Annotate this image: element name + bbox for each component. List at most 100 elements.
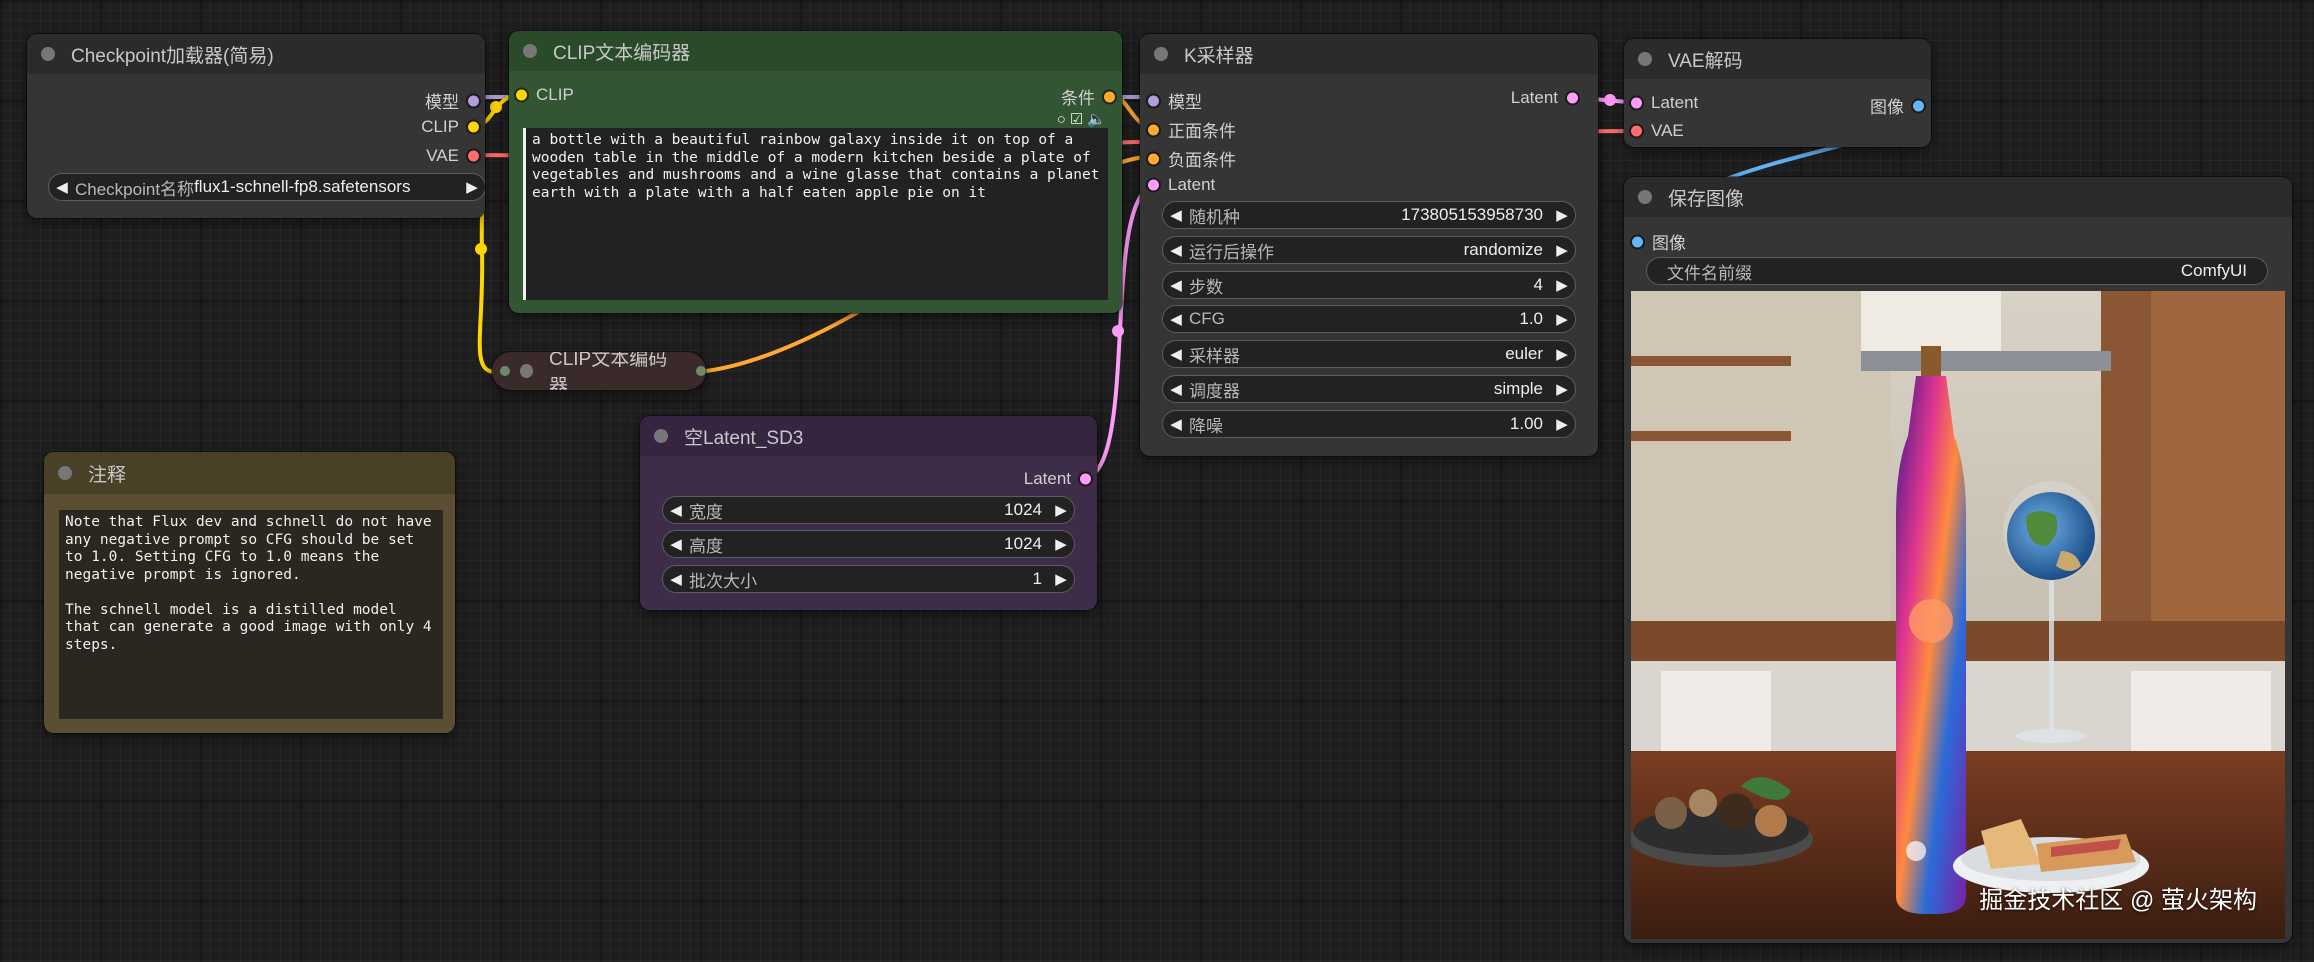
arrow-left-icon[interactable]: ◀	[1163, 276, 1189, 294]
prompt-textarea[interactable]: a bottle with a beautiful rainbow galaxy…	[523, 128, 1108, 300]
note-header[interactable]: 注释	[44, 452, 455, 494]
latent-pin-icon[interactable]	[1148, 179, 1159, 191]
steps-number[interactable]: ◀ 步数 4 ▶	[1162, 271, 1576, 299]
conditioning-pin-icon[interactable]	[1148, 153, 1159, 164]
width-number[interactable]: ◀ 宽度 1024 ▶	[662, 496, 1075, 524]
arrow-left-icon[interactable]: ◀	[1163, 380, 1189, 398]
circle-icon[interactable]: ○	[1057, 111, 1070, 128]
cfg-number[interactable]: ◀ CFG 1.0 ▶	[1162, 305, 1576, 333]
collapse-dot-icon[interactable]	[1638, 190, 1652, 204]
latent-pin-icon[interactable]	[1080, 473, 1091, 485]
vae-decode-node[interactable]: VAE解码 Latent VAE 图像	[1624, 39, 1931, 147]
arrow-left-icon[interactable]: ◀	[1163, 310, 1189, 328]
checkpoint-loader-node[interactable]: Checkpoint加载器(简易) 模型 CLIP VAE ◀ Checkpoi…	[27, 34, 485, 218]
note-textarea[interactable]: Note that Flux dev and schnell do not ha…	[59, 510, 443, 719]
output-latent[interactable]: Latent	[1511, 88, 1578, 108]
clip-encoder-header[interactable]: CLIP文本编码器	[509, 31, 1122, 71]
arrow-left-icon[interactable]: ◀	[1163, 206, 1189, 224]
textarea-toolbar: ○☑🔈	[1057, 110, 1110, 128]
arrow-right-icon[interactable]: ▶	[1048, 501, 1074, 519]
vae-decode-header[interactable]: VAE解码	[1624, 39, 1931, 79]
input-latent[interactable]: Latent	[1148, 175, 1215, 195]
arrow-right-icon[interactable]: ▶	[1048, 570, 1074, 588]
control-after-generate-combo[interactable]: ◀ 运行后操作 randomize ▶	[1162, 236, 1576, 264]
arrow-right-icon[interactable]: ▶	[1549, 276, 1575, 294]
node-title: VAE解码	[1668, 50, 1743, 72]
image-pin-icon[interactable]	[1632, 236, 1643, 247]
latent-pin-icon[interactable]	[1567, 92, 1578, 104]
collapse-dot-icon[interactable]	[41, 47, 55, 61]
input-negative[interactable]: 负面条件	[1148, 146, 1236, 171]
output-latent[interactable]: Latent	[1024, 469, 1091, 489]
output-conditioning-pin-icon[interactable]	[696, 366, 706, 376]
input-clip[interactable]: CLIP	[516, 85, 574, 105]
arrow-left-icon[interactable]: ◀	[1163, 415, 1189, 433]
model-pin-icon[interactable]	[468, 95, 479, 106]
height-number[interactable]: ◀ 高度 1024 ▶	[662, 530, 1075, 558]
vae-pin-icon[interactable]	[1631, 125, 1642, 137]
input-vae[interactable]: VAE	[1631, 121, 1684, 141]
conditioning-pin-icon[interactable]	[1104, 91, 1115, 102]
image-pin-icon[interactable]	[1913, 100, 1924, 111]
input-positive[interactable]: 正面条件	[1148, 117, 1236, 142]
arrow-left-icon[interactable]: ◀	[49, 178, 75, 196]
latent-pin-icon[interactable]	[1631, 97, 1642, 109]
scheduler-combo[interactable]: ◀ 调度器 simple ▶	[1162, 375, 1576, 403]
checkpoint-loader-header[interactable]: Checkpoint加载器(简易)	[27, 34, 485, 74]
arrow-right-icon[interactable]: ▶	[459, 178, 485, 196]
sampler-combo[interactable]: ◀ 采样器 euler ▶	[1162, 340, 1576, 368]
checkpoint-name-combo[interactable]: ◀ Checkpoint名称 flux1-schnell-fp8.safeten…	[48, 173, 485, 201]
batch-size-number[interactable]: ◀ 批次大小 1 ▶	[662, 565, 1075, 593]
collapse-dot-icon[interactable]	[523, 44, 537, 58]
arrow-left-icon[interactable]: ◀	[663, 535, 689, 553]
output-clip[interactable]: CLIP	[421, 117, 479, 137]
output-image[interactable]: 图像	[1870, 93, 1924, 118]
collapse-dot-icon[interactable]	[519, 364, 533, 378]
arrow-right-icon[interactable]: ▶	[1048, 535, 1074, 553]
output-conditioning[interactable]: 条件	[1061, 84, 1115, 109]
collapse-dot-icon[interactable]	[654, 429, 668, 443]
arrow-left-icon[interactable]: ◀	[663, 501, 689, 519]
kitchen-scene-image	[1631, 291, 2285, 939]
input-image[interactable]: 图像	[1632, 229, 1686, 254]
input-latent[interactable]: Latent	[1631, 93, 1698, 113]
vae-pin-icon[interactable]	[468, 150, 479, 162]
denoise-number[interactable]: ◀ 降噪 1.00 ▶	[1162, 410, 1576, 438]
note-node[interactable]: 注释 Note that Flux dev and schnell do not…	[44, 452, 455, 733]
save-image-node[interactable]: 保存图像 图像 文件名前缀 ComfyUI 掘金技术社区 @ 萤火架构	[1624, 177, 2292, 943]
ksampler-node[interactable]: K采样器 模型 正面条件 负面条件 Latent Latent ◀ 随机种 17…	[1140, 34, 1598, 456]
arrow-left-icon[interactable]: ◀	[1163, 345, 1189, 363]
filename-prefix-text[interactable]: 文件名前缀 ComfyUI	[1646, 257, 2268, 285]
collapse-dot-icon[interactable]	[58, 466, 72, 480]
arrow-right-icon[interactable]: ▶	[1549, 415, 1575, 433]
model-pin-icon[interactable]	[1148, 95, 1159, 106]
arrow-left-icon[interactable]: ◀	[1163, 241, 1189, 259]
arrow-right-icon[interactable]: ▶	[1549, 310, 1575, 328]
seed-number[interactable]: ◀ 随机种 173805153958730 ▶	[1162, 201, 1576, 229]
conditioning-pin-icon[interactable]	[1148, 124, 1159, 135]
arrow-right-icon[interactable]: ▶	[1549, 345, 1575, 363]
clip-pin-icon[interactable]	[516, 89, 527, 101]
output-vae[interactable]: VAE	[426, 146, 479, 166]
node-title: K采样器	[1184, 45, 1254, 67]
arrow-right-icon[interactable]: ▶	[1549, 241, 1575, 259]
input-model[interactable]: 模型	[1148, 88, 1202, 113]
speaker-icon[interactable]: 🔈	[1087, 111, 1110, 128]
arrow-right-icon[interactable]: ▶	[1549, 380, 1575, 398]
output-model[interactable]: 模型	[425, 88, 479, 113]
clip-text-encoder-positive-node[interactable]: CLIP文本编码器 CLIP 条件 ○☑🔈 a bottle with a be…	[509, 31, 1122, 313]
checkbox-icon[interactable]: ☑	[1070, 111, 1087, 128]
collapse-dot-icon[interactable]	[1154, 47, 1168, 61]
save-image-header[interactable]: 保存图像	[1624, 177, 2292, 217]
image-preview[interactable]: 掘金技术社区 @ 萤火架构	[1631, 291, 2285, 939]
input-clip-pin-icon[interactable]	[500, 366, 510, 376]
clip-pin-icon[interactable]	[468, 121, 479, 133]
arrow-right-icon[interactable]: ▶	[1549, 206, 1575, 224]
ksampler-header[interactable]: K采样器	[1140, 34, 1598, 74]
arrow-left-icon[interactable]: ◀	[663, 570, 689, 588]
collapse-dot-icon[interactable]	[1638, 52, 1652, 66]
clip-text-encoder-negative-node[interactable]: CLIP文本编码器	[492, 352, 706, 390]
node-title: Checkpoint加载器(简易)	[71, 45, 274, 67]
empty-latent-sd3-node[interactable]: 空Latent_SD3 Latent ◀ 宽度 1024 ▶ ◀ 高度 1024…	[640, 416, 1097, 610]
empty-latent-header[interactable]: 空Latent_SD3	[640, 416, 1097, 456]
